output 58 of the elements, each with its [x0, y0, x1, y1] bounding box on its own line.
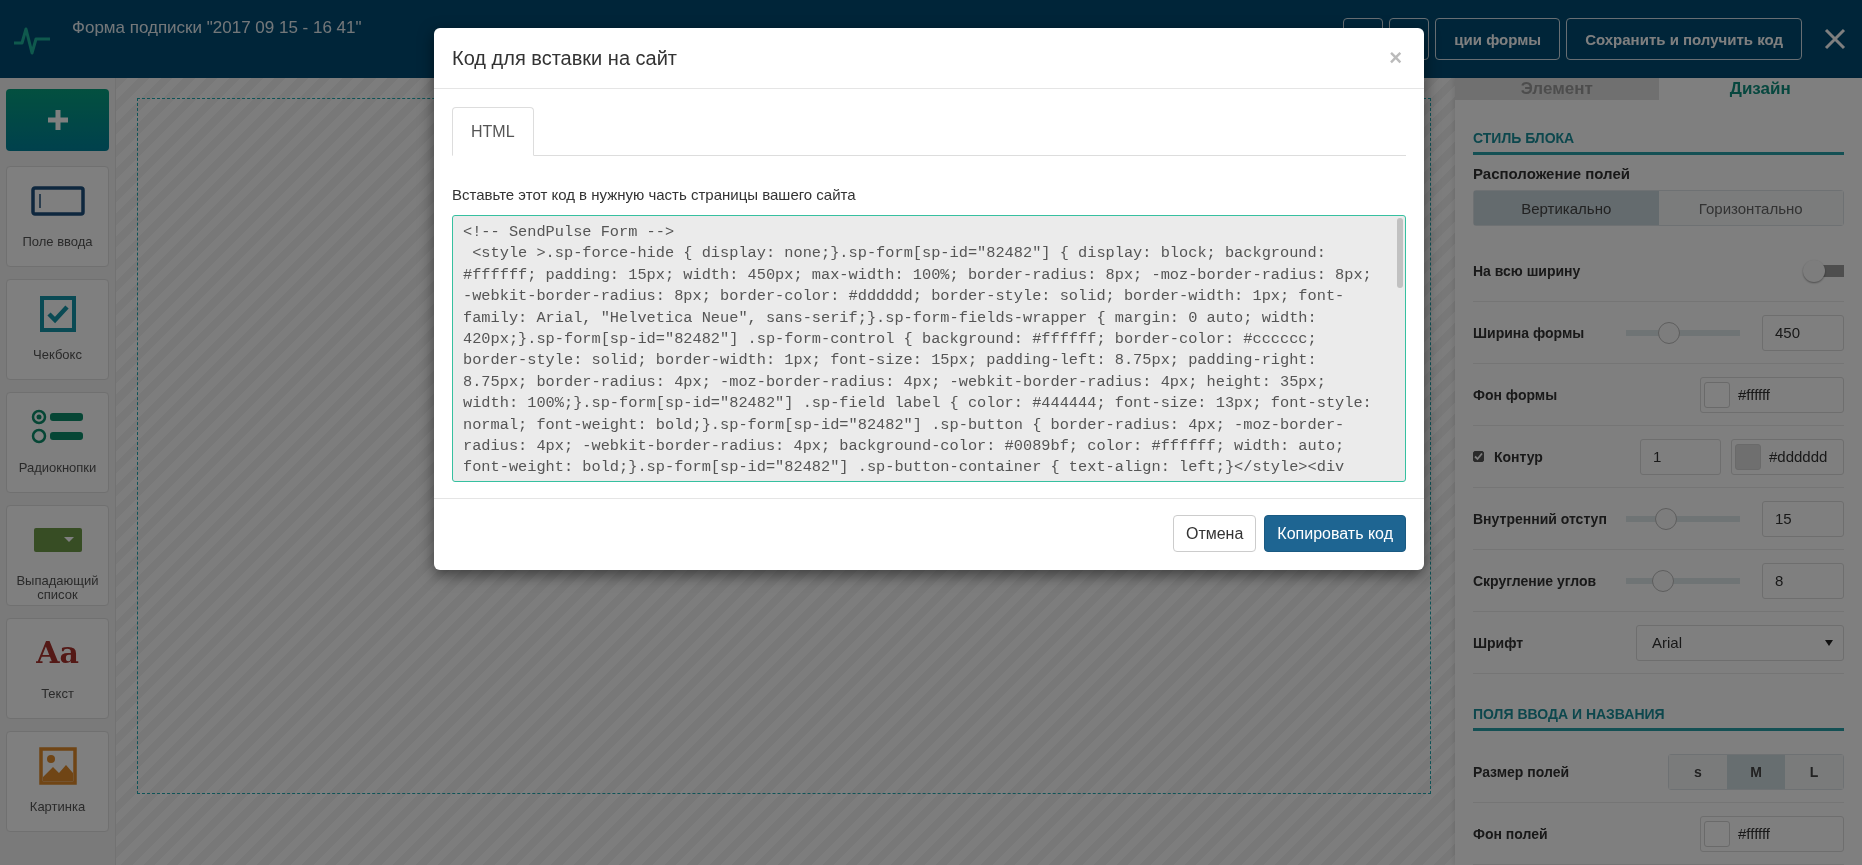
color-field[interactable]: #ffffff [1700, 376, 1844, 413]
element-tool[interactable]: Картинка [6, 731, 109, 832]
segment-option[interactable]: Горизонтально [1658, 191, 1843, 225]
panel-tab[interactable]: Дизайн [1658, 78, 1862, 100]
color-value: #ffffff [1738, 825, 1770, 842]
checkbox-icon [39, 296, 76, 332]
slider-thumb[interactable] [1652, 569, 1675, 592]
field-label: Шрифт [1473, 634, 1525, 651]
field-label: На всю ширину [1473, 262, 1582, 279]
field-label: Размер полей [1473, 763, 1571, 780]
field-label: Внутренний отступ [1473, 510, 1608, 527]
field-label: Ширина формы [1473, 324, 1586, 341]
cancel-button[interactable]: Отмена [1172, 515, 1257, 552]
dialog-title: Код для вставки на сайт [452, 46, 678, 70]
input-field[interactable]: 1 [1640, 438, 1721, 475]
image-icon [38, 747, 77, 785]
form-options-button[interactable]: ции формы [1435, 18, 1561, 60]
add-button[interactable] [6, 89, 109, 151]
caret-icon [1825, 639, 1833, 646]
checkbox[interactable] [1473, 451, 1484, 462]
field-label: Скругление углов [1473, 572, 1598, 589]
element-tool[interactable]: Чекбокс [6, 279, 109, 380]
close-icon[interactable] [1824, 28, 1846, 50]
field-label: Расположение полей [1473, 165, 1631, 182]
radio-list-icon [30, 409, 85, 445]
field-label: Фон формы [1473, 386, 1559, 403]
color-value: #ffffff [1738, 386, 1770, 403]
element-tool[interactable]: Поле ввода [6, 166, 109, 267]
field-label: Фон полей [1473, 825, 1549, 842]
size-option[interactable]: L [1785, 754, 1843, 789]
section-heading: СТИЛЬ БЛОКА [1473, 100, 1844, 155]
copy-code-button[interactable]: Копировать код [1264, 515, 1406, 552]
slider-thumb[interactable] [1654, 507, 1677, 530]
color-value: #dddddd [1769, 448, 1828, 465]
form-title: Форма подписки "2017 09 15 - 16 41" [72, 18, 362, 38]
color-field[interactable]: #dddddd [1731, 438, 1844, 475]
font-select[interactable]: Arial [1636, 624, 1844, 661]
code-field[interactable]: <!-- SendPulse Form --> <style >.sp-force-hide { display: none;}.sp-form[sp-id="82482"] { display: block; background: #ffffff; padding: 15px; width: 450px; max-width: 100%; border-radius: 8px; -moz-border-radius: 8px; -webkit-border-radius: 8px; border-color: #dddddd; border-style: solid; border-width: 1px; font-family: Arial, "Helvetica Neue", sans-serif;}.sp-form-fields-wrapper { margin: 0 auto; width: 420px;}.sp-form[sp-id="82482"] .sp-form-control { background: #ffffff; border-color: #cccccc; border-style: solid; border-width: 1px; font-size: 15px; padding-left: 8.75px; padding-right: 8.75px; border-radius: 4px; -moz-border-radius: 4px; -webkit-border-radius: 4px; height: 35px; width: 100%;}.sp-form[sp-id="82482"] .sp-field label { color: #444444; font-size: 13px; font-style: normal; font-weight: bold;}.sp-form[sp-id="82482"] .sp-button { border-radius: 4px; -moz-border-radius: 4px; -webkit-border-radius: 4px; background-color: #0089bf; color: #ffffff; width: auto; font-weight: bold;}.sp-form[sp-id="82482"] .sp-button-container { text-align: left;}</style><div [452, 215, 1406, 482]
input-field[interactable]: 15 [1762, 500, 1844, 537]
dropdown-icon [33, 528, 82, 552]
code-tab[interactable]: HTML [452, 107, 534, 156]
size-option[interactable]: s [1669, 754, 1727, 789]
segment-option[interactable]: Вертикально [1474, 191, 1659, 225]
size-option[interactable]: M [1727, 754, 1785, 789]
slider-thumb[interactable] [1658, 321, 1681, 344]
element-tool[interactable]: Aa Текст [6, 618, 109, 719]
input-field[interactable]: 450 [1762, 314, 1844, 351]
instruction-text: Вставьте этот код в нужную часть страницы вашего сайта [452, 186, 857, 203]
section-heading: ПОЛЯ ВВОДА И НАЗВАНИЯ [1473, 682, 1844, 731]
save-button[interactable]: Сохранить и получить код [1566, 18, 1802, 60]
plus-icon [46, 109, 69, 131]
text-icon: Aa [36, 638, 79, 668]
input-field[interactable]: 8 [1762, 562, 1844, 599]
input-field-icon [30, 186, 85, 216]
element-tool[interactable]: Выпадающий список [6, 505, 109, 606]
color-field[interactable]: #ffffff [1700, 815, 1844, 852]
field-label: Контур [1494, 448, 1544, 465]
element-tool[interactable]: Радиокнопки [6, 392, 109, 493]
